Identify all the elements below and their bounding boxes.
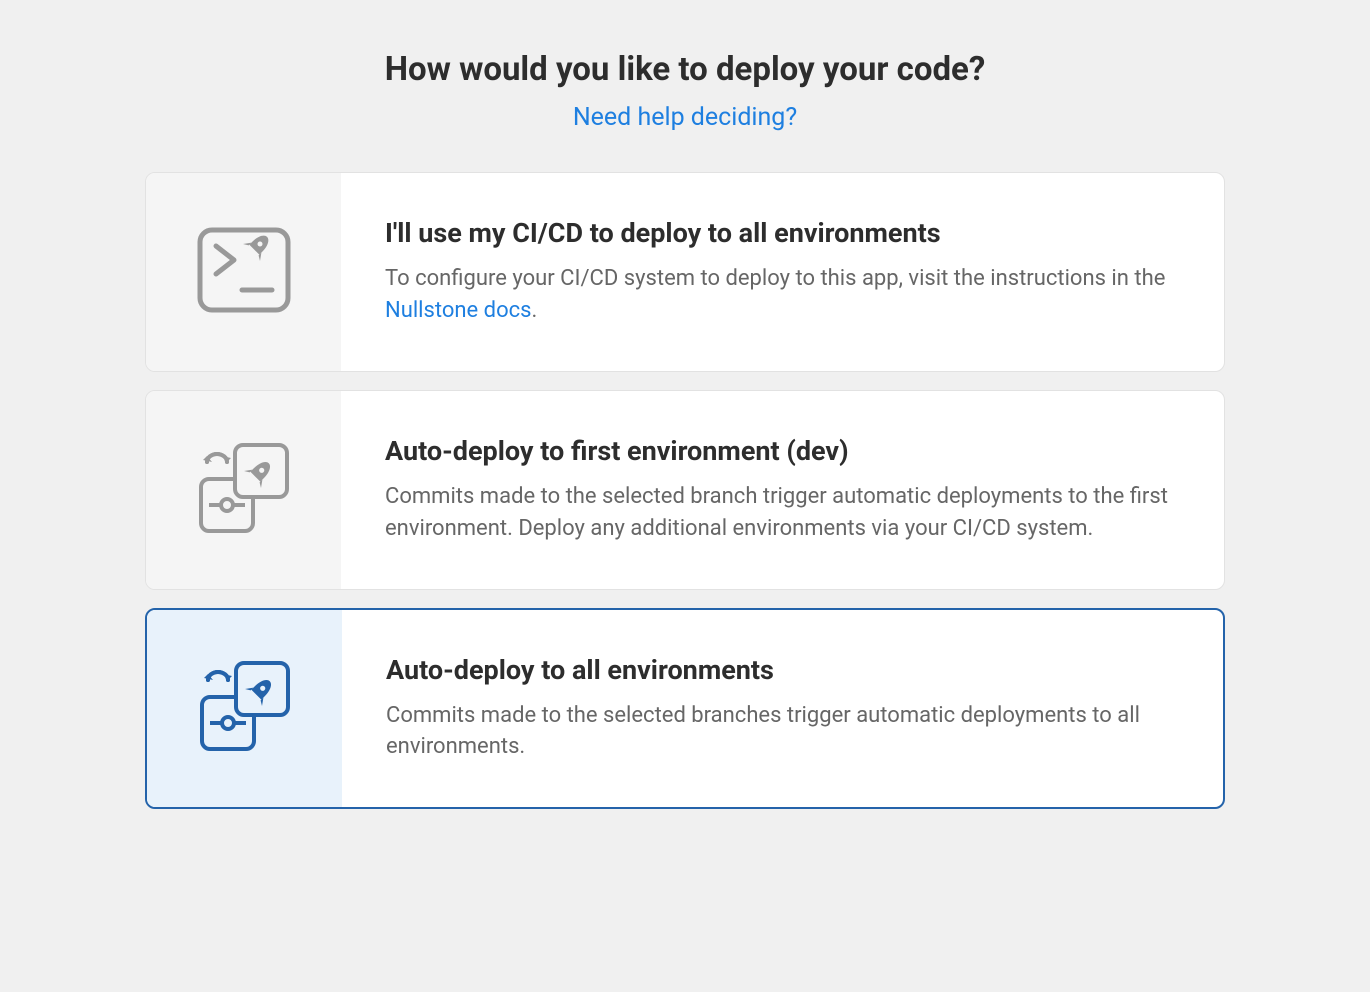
option-icon-zone bbox=[147, 610, 342, 808]
option-title: Auto-deploy to all environments bbox=[386, 654, 1179, 686]
page-title: How would you like to deploy your code? bbox=[145, 50, 1225, 89]
docs-link[interactable]: Nullstone docs bbox=[385, 298, 532, 323]
terminal-rocket-icon bbox=[194, 224, 294, 320]
help-link[interactable]: Need help deciding? bbox=[573, 103, 797, 132]
deploy-stack-icon bbox=[192, 653, 298, 763]
option-all-envs[interactable]: Auto-deploy to all environments Commits … bbox=[145, 608, 1225, 810]
option-icon-zone bbox=[146, 391, 341, 589]
option-content: Auto-deploy to first environment (dev) C… bbox=[341, 391, 1224, 589]
option-description: Commits made to the selected branches tr… bbox=[386, 700, 1179, 764]
header: How would you like to deploy your code? … bbox=[145, 50, 1225, 132]
option-cicd[interactable]: I'll use my CI/CD to deploy to all envir… bbox=[145, 172, 1225, 372]
option-title: I'll use my CI/CD to deploy to all envir… bbox=[385, 217, 1180, 249]
option-first-env[interactable]: Auto-deploy to first environment (dev) C… bbox=[145, 390, 1225, 590]
option-content: Auto-deploy to all environments Commits … bbox=[342, 610, 1223, 808]
option-icon-zone bbox=[146, 173, 341, 371]
option-description: Commits made to the selected branch trig… bbox=[385, 481, 1180, 545]
option-content: I'll use my CI/CD to deploy to all envir… bbox=[341, 173, 1224, 371]
option-title: Auto-deploy to first environment (dev) bbox=[385, 435, 1180, 467]
deploy-stack-icon bbox=[191, 435, 297, 545]
option-description: To configure your CI/CD system to deploy… bbox=[385, 263, 1180, 327]
